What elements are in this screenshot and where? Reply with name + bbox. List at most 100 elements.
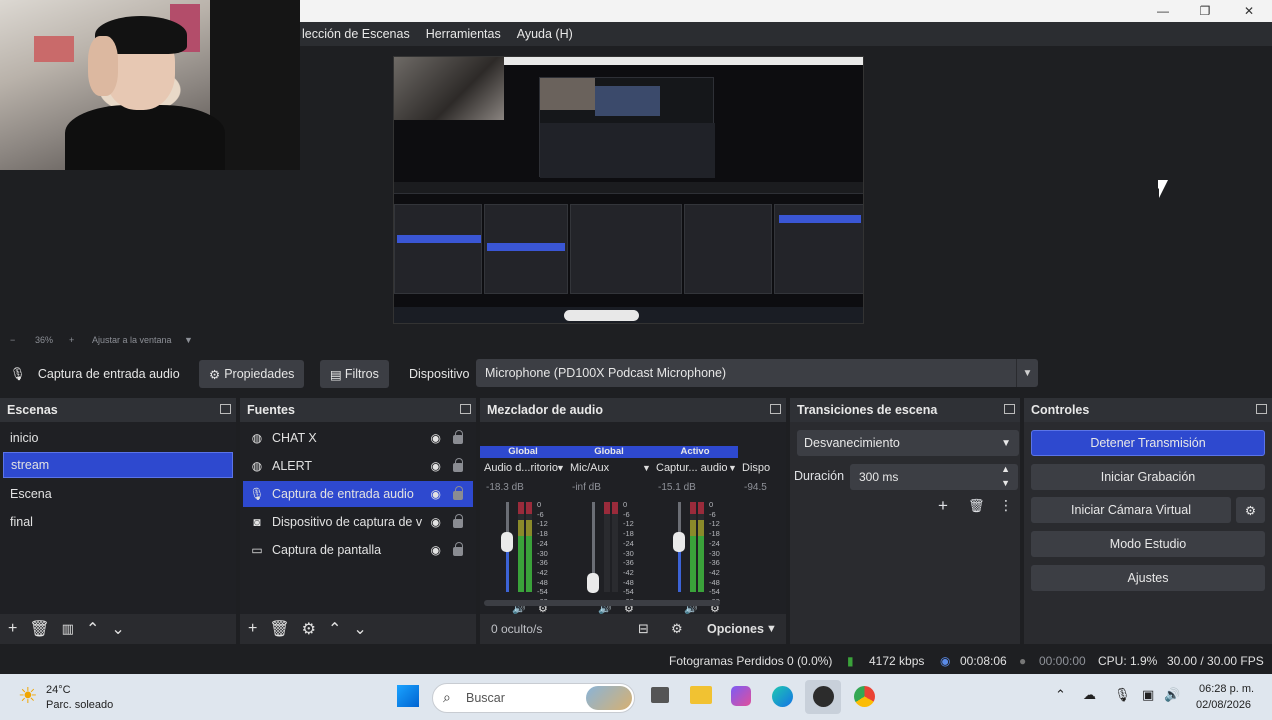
preview-dock-transitions bbox=[684, 204, 772, 294]
lock-icon[interactable] bbox=[453, 430, 463, 444]
move-up-icon[interactable]: ⌃ bbox=[86, 619, 99, 639]
stop-stream-button[interactable]: Detener Transmisión bbox=[1031, 430, 1265, 456]
mixer-horizontal-scrollbar[interactable] bbox=[484, 600, 720, 606]
source-item-audio-input[interactable]: 🎙 Captura de entrada audio ◉ bbox=[243, 481, 473, 507]
dock-popout-icon[interactable] bbox=[1256, 404, 1267, 414]
eye-icon[interactable]: ◉ bbox=[431, 543, 441, 557]
source-item-chat-x[interactable]: ◍ CHAT X ◉ bbox=[243, 425, 473, 451]
channel-menu-icon[interactable]: ▼ bbox=[728, 463, 737, 473]
eye-icon[interactable]: ◉ bbox=[431, 459, 441, 473]
move-down-icon[interactable]: ⌄ bbox=[111, 619, 124, 639]
onedrive-icon[interactable]: ☁ bbox=[1083, 687, 1096, 703]
dock-popout-icon[interactable] bbox=[770, 404, 781, 414]
duration-label: Duración bbox=[794, 469, 845, 483]
channel-menu-icon[interactable]: ▼ bbox=[642, 463, 651, 473]
close-button[interactable]: ✕ bbox=[1228, 0, 1270, 22]
chrome-icon[interactable] bbox=[854, 686, 875, 707]
spin-down-icon[interactable]: ▼ bbox=[1001, 478, 1010, 488]
filters-button[interactable]: ▤ Filtros bbox=[320, 360, 389, 388]
layout-toggle-icon[interactable]: ⊟ bbox=[638, 621, 649, 637]
source-item-alert[interactable]: ◍ ALERT ◉ bbox=[243, 453, 473, 479]
eye-icon[interactable]: ◉ bbox=[431, 515, 441, 529]
taskbar-search[interactable]: ⌕ Buscar bbox=[432, 683, 635, 713]
fader-handle[interactable] bbox=[587, 573, 599, 593]
dock-popout-icon[interactable] bbox=[1004, 404, 1015, 414]
move-down-icon[interactable]: ⌄ bbox=[353, 619, 366, 639]
source-item-video-device[interactable]: ◙ Dispositivo de captura de v ◉ bbox=[243, 509, 473, 535]
preview-nested-capture bbox=[539, 77, 715, 178]
file-explorer-icon[interactable] bbox=[690, 686, 712, 704]
clock-date[interactable]: 02/08/2026 bbox=[1196, 699, 1251, 711]
source-item-label: Captura de entrada audio bbox=[272, 487, 414, 501]
scene-item-final[interactable]: final bbox=[3, 509, 233, 535]
lock-icon[interactable] bbox=[453, 542, 463, 556]
menu-help[interactable]: Ayuda (H) bbox=[517, 27, 573, 41]
mixer-options-button[interactable]: Opciones bbox=[707, 622, 764, 636]
task-view-icon[interactable] bbox=[651, 687, 669, 703]
duration-spinbox[interactable]: 300 ms ▲ ▼ bbox=[850, 464, 1018, 490]
move-up-icon[interactable]: ⌃ bbox=[328, 619, 341, 639]
gear-icon[interactable]: ⚙ bbox=[302, 619, 316, 639]
virtual-camera-settings-button[interactable]: ⚙ bbox=[1236, 497, 1265, 523]
copilot-icon[interactable] bbox=[731, 686, 751, 706]
add-transition-icon[interactable]: + bbox=[938, 496, 948, 516]
source-item-label: Captura de pantalla bbox=[272, 543, 382, 557]
meter-scale-tick: -48 bbox=[537, 577, 548, 587]
dock-popout-icon[interactable] bbox=[220, 404, 231, 414]
settings-button[interactable]: Ajustes bbox=[1031, 565, 1265, 591]
network-icon[interactable]: ▣ bbox=[1142, 687, 1154, 703]
gear-icon: ⚙ bbox=[1244, 503, 1257, 518]
windows-start-icon[interactable] bbox=[397, 685, 419, 707]
meter-scale-tick: 0 bbox=[537, 500, 542, 509]
zoom-in-button[interactable]: + bbox=[69, 335, 74, 345]
advanced-audio-icon[interactable]: ⚙ bbox=[671, 621, 683, 637]
scene-item-stream[interactable]: stream bbox=[3, 452, 233, 478]
preview-webcam-image bbox=[394, 57, 504, 120]
filter-icon[interactable]: ▥ bbox=[62, 621, 74, 637]
edge-icon[interactable] bbox=[772, 686, 793, 707]
lock-icon[interactable] bbox=[453, 486, 463, 500]
mixer-channel-name[interactable]: Dispo bbox=[742, 462, 786, 474]
maximize-button[interactable]: ❐ bbox=[1184, 0, 1226, 22]
properties-button[interactable]: ⚙ Propiedades bbox=[199, 360, 305, 388]
lock-icon[interactable] bbox=[453, 514, 463, 528]
fader-handle[interactable] bbox=[673, 532, 685, 552]
menu-scene-collection[interactable]: lección de Escenas bbox=[302, 27, 410, 41]
eye-icon[interactable]: ◉ bbox=[431, 487, 441, 501]
trash-icon[interactable]: 🗑 bbox=[968, 498, 985, 514]
microphone-tray-icon[interactable]: 🎙 bbox=[1114, 687, 1131, 703]
source-item-screen-capture[interactable]: ▭ Captura de pantalla ◉ bbox=[243, 537, 473, 563]
mouse-cursor-icon bbox=[1158, 180, 1168, 198]
menu-tools[interactable]: Herramientas bbox=[426, 27, 501, 41]
scene-item-inicio[interactable]: inicio bbox=[3, 425, 233, 451]
spin-up-icon[interactable]: ▲ bbox=[1001, 464, 1010, 474]
fit-window-dropdown-icon[interactable]: ▼ bbox=[184, 335, 193, 345]
preview-canvas[interactable] bbox=[393, 56, 864, 324]
start-recording-button[interactable]: Iniciar Grabación bbox=[1031, 464, 1265, 490]
add-icon[interactable]: + bbox=[8, 620, 17, 638]
dropped-frames: Fotogramas Perdidos 0 (0.0%) bbox=[669, 654, 833, 668]
clock-time[interactable]: 06:28 p. m. bbox=[1199, 683, 1254, 695]
scenes-title: Escenas bbox=[7, 403, 58, 417]
zoom-out-button[interactable]: − bbox=[10, 335, 15, 345]
transition-select[interactable]: Desvanecimiento ▼ bbox=[797, 430, 1019, 456]
device-select[interactable]: Microphone (PD100X Podcast Microphone) ▼ bbox=[476, 359, 1038, 387]
scene-item-escena[interactable]: Escena bbox=[3, 481, 233, 507]
tray-chevron-icon[interactable]: ⌃ bbox=[1055, 687, 1066, 703]
channel-menu-icon[interactable]: ▼ bbox=[556, 463, 565, 473]
meter-scale: 0-6-12-18-24-30-36-42-48-54-60 bbox=[537, 500, 548, 607]
trash-icon[interactable]: 🗑 bbox=[269, 619, 289, 639]
add-icon[interactable]: + bbox=[248, 620, 257, 638]
eye-icon[interactable]: ◉ bbox=[431, 431, 441, 445]
lock-icon[interactable] bbox=[453, 458, 463, 472]
studio-mode-button[interactable]: Modo Estudio bbox=[1031, 531, 1265, 557]
fit-window-label[interactable]: Ajustar a la ventana bbox=[92, 335, 172, 345]
start-virtual-camera-button[interactable]: Iniciar Cámara Virtual bbox=[1031, 497, 1231, 523]
fader-handle[interactable] bbox=[501, 532, 513, 552]
dock-popout-icon[interactable] bbox=[460, 404, 471, 414]
minimize-button[interactable]: — bbox=[1142, 0, 1184, 22]
weather-icon[interactable]: ☀ bbox=[18, 683, 38, 709]
volume-icon[interactable]: 🔊 bbox=[1164, 687, 1180, 703]
trash-icon[interactable]: 🗑 bbox=[29, 619, 49, 639]
more-options-icon[interactable]: ⋮ bbox=[999, 497, 1013, 514]
